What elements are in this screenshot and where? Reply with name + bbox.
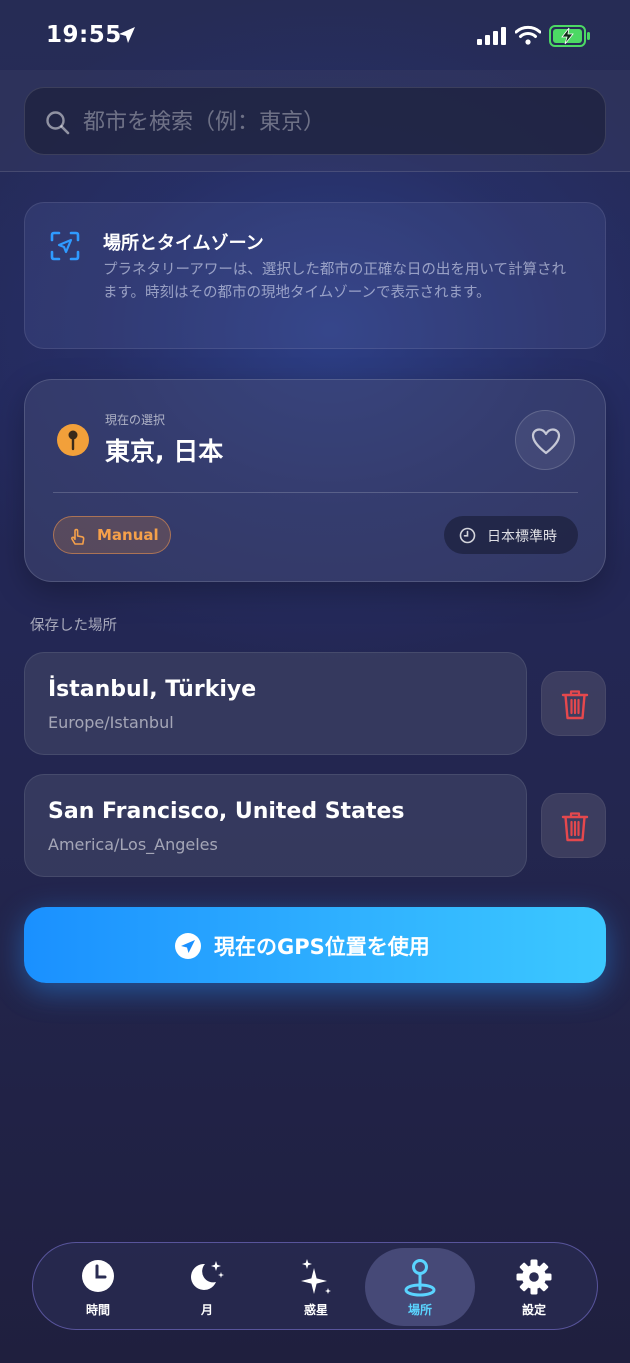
status-bar: 19:55 — [0, 0, 630, 70]
location-mode-text: Manual — [97, 526, 159, 544]
location-arrow-icon — [119, 27, 135, 43]
location-info-card: 場所とタイムゾーン プラネタリーアワーは、選択した都市の正確な日の出を用いて計算… — [24, 202, 606, 349]
tab-settings[interactable]: 設定 — [479, 1243, 589, 1331]
info-description: プラネタリーアワーは、選択した都市の正確な日の出を用いて計算されます。時刻はその… — [103, 262, 566, 301]
use-gps-location-button[interactable]: 現在のGPS位置を使用 — [24, 907, 606, 983]
search-bar-area — [0, 70, 630, 172]
saved-location-timezone: America/Los_Angeles — [48, 835, 218, 854]
tab-label: 月 — [200, 1303, 213, 1317]
map-pin-icon — [404, 1259, 436, 1297]
saved-location-row[interactable]: İstanbul, Türkiye Europe/Istanbul — [24, 652, 527, 755]
clock-icon — [82, 1260, 114, 1292]
trash-icon — [561, 690, 589, 720]
saved-location-row[interactable]: San Francisco, United States America/Los… — [24, 774, 527, 877]
saved-location-name: İstanbul, Türkiye — [48, 677, 257, 702]
current-location-card: 現在の選択 東京, 日本 Manual 日本標準時 — [24, 379, 606, 582]
navigation-arrow-icon — [175, 933, 201, 959]
current-selection-label: 現在の選択 — [105, 413, 166, 427]
favorite-button[interactable] — [515, 410, 575, 470]
info-title: 場所とタイムゾーン — [103, 233, 264, 254]
tab-label: 設定 — [521, 1303, 546, 1317]
gear-icon — [516, 1259, 552, 1295]
use-gps-location-label: 現在のGPS位置を使用 — [214, 935, 430, 959]
timezone-text: 日本標準時 — [487, 529, 557, 545]
tab-bar: 時間 月 惑星 場所 設定 — [32, 1242, 598, 1330]
saved-locations-header: 保存した場所 — [30, 618, 117, 634]
card-divider — [53, 492, 578, 493]
location-scan-icon — [50, 231, 80, 261]
tab-planets[interactable]: 惑星 — [261, 1243, 371, 1331]
location-pin-icon — [57, 424, 89, 456]
location-mode-badge: Manual — [53, 516, 171, 554]
tab-label: 場所 — [407, 1303, 432, 1317]
tab-location[interactable]: 場所 — [365, 1248, 475, 1326]
clock-icon — [459, 527, 476, 544]
sparkles-icon — [301, 1259, 331, 1294]
search-input[interactable] — [83, 102, 583, 142]
tab-label: 惑星 — [303, 1303, 328, 1317]
trash-icon — [561, 812, 589, 842]
saved-location-name: San Francisco, United States — [48, 799, 405, 824]
timezone-badge: 日本標準時 — [444, 516, 578, 554]
current-city: 東京, 日本 — [105, 437, 224, 466]
cellular-signal-icon — [477, 27, 506, 45]
tab-time[interactable]: 時間 — [43, 1243, 153, 1331]
search-icon — [46, 111, 70, 135]
hand-tap-icon — [71, 528, 85, 545]
heart-icon — [531, 428, 561, 455]
delete-location-button[interactable] — [541, 671, 606, 736]
tab-moon[interactable]: 月 — [152, 1243, 262, 1331]
tab-label: 時間 — [85, 1303, 110, 1317]
status-time: 19:55 — [46, 22, 122, 48]
saved-location-timezone: Europe/Istanbul — [48, 713, 174, 732]
battery-charging-icon — [549, 25, 590, 47]
wifi-icon — [515, 25, 541, 45]
search-box[interactable] — [24, 87, 606, 155]
delete-location-button[interactable] — [541, 793, 606, 858]
moon-stars-icon — [191, 1261, 224, 1290]
